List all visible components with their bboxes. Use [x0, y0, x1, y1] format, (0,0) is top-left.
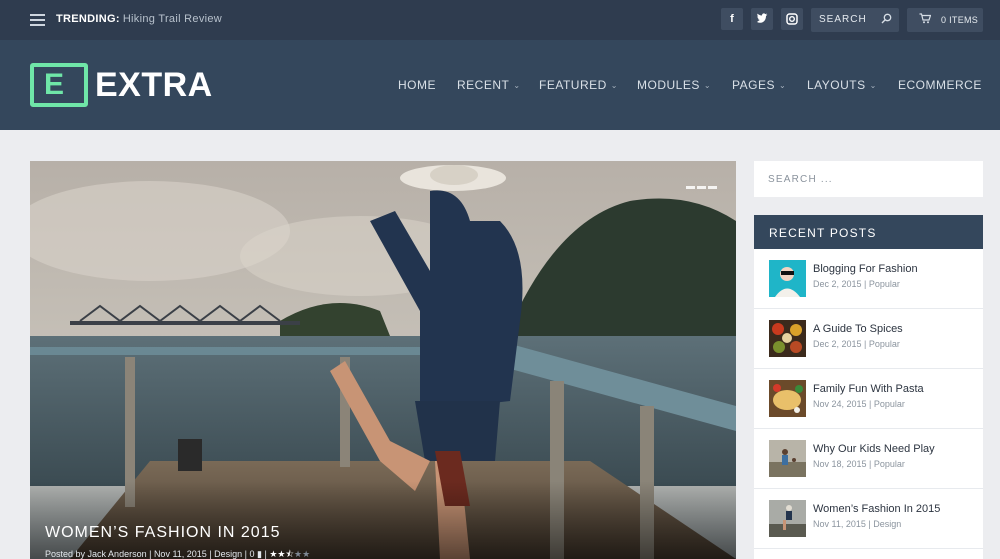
chevron-down-icon: ⌄	[610, 81, 618, 90]
nav-featured[interactable]: FEATURED ⌄	[539, 78, 618, 92]
nav-pages[interactable]: PAGES ⌄	[732, 78, 786, 92]
logo-icon[interactable]: E	[30, 63, 88, 107]
recent-posts-title: RECENT POSTS	[769, 226, 877, 240]
nav-modules[interactable]: MODULES ⌄	[637, 78, 711, 92]
hero-comments[interactable]: 0	[250, 549, 255, 559]
hero-title[interactable]: WOMEN’S FASHION IN 2015	[45, 524, 281, 542]
star-icon: ★	[294, 549, 303, 559]
post-category[interactable]: Popular	[874, 459, 905, 469]
post-category[interactable]: Popular	[869, 279, 900, 289]
post-meta: Nov 18, 2015 | Popular	[813, 459, 905, 469]
star-icon: ★	[277, 549, 286, 559]
hero-author[interactable]: Jack Anderson	[88, 549, 147, 559]
hero-meta: Posted by Jack Anderson | Nov 11, 2015 |…	[45, 549, 311, 559]
list-item[interactable]: Women’s Fashion In 2015 Nov 11, 2015 | D…	[754, 489, 983, 549]
post-category[interactable]: Popular	[874, 399, 905, 409]
chevron-down-icon: ⌄	[703, 81, 712, 90]
nav-ecommerce-label: ECOMMERCE	[898, 78, 982, 92]
nav-layouts-label: LAYOUTS	[807, 78, 866, 92]
hamburger-icon[interactable]	[30, 14, 45, 26]
nav-home-label: HOME	[398, 78, 436, 92]
logo-letter: E	[44, 68, 65, 101]
recent-posts-header: RECENT POSTS	[754, 215, 983, 249]
list-item[interactable]: Family Fun With Pasta Nov 24, 2015 | Pop…	[754, 369, 983, 429]
chevron-down-icon: ⌄	[778, 81, 787, 90]
trending-label: TRENDING:	[56, 13, 120, 25]
post-category[interactable]: Design	[873, 519, 901, 529]
nav-home[interactable]: HOME	[398, 78, 436, 92]
post-thumbnail[interactable]	[769, 380, 806, 417]
list-item[interactable]: Blogging For Fashion Dec 2, 2015 | Popul…	[754, 249, 983, 309]
post-title[interactable]: Blogging For Fashion	[813, 263, 918, 275]
site-header: E EXTRA HOME RECENT ⌄ FEATURED ⌄ MODULES ⌄ …	[0, 40, 1000, 130]
nav-ecommerce[interactable]: ECOMMERCE	[898, 78, 982, 92]
cart-icon	[919, 13, 932, 27]
twitter-icon[interactable]	[751, 8, 773, 30]
post-thumbnail[interactable]	[769, 440, 806, 477]
posted-by-label: Posted by	[45, 549, 86, 559]
post-meta: Dec 2, 2015 | Popular	[813, 279, 900, 289]
post-date: Nov 11, 2015	[813, 519, 866, 529]
hero-date: Nov 11, 2015	[153, 549, 207, 559]
post-title[interactable]: Family Fun With Pasta	[813, 383, 924, 395]
post-category[interactable]: Popular	[869, 339, 900, 349]
post-thumbnail[interactable]	[769, 500, 806, 537]
nav-pages-label: PAGES	[732, 78, 775, 92]
post-date: Dec 2, 2015	[813, 279, 862, 289]
post-meta: Dec 2, 2015 | Popular	[813, 339, 900, 349]
slider-dots[interactable]	[686, 176, 719, 194]
post-thumbnail[interactable]	[769, 320, 806, 357]
star-icon: ⯪	[285, 549, 295, 559]
nav-featured-label: FEATURED	[539, 78, 607, 92]
nav-layouts[interactable]: LAYOUTS ⌄	[807, 78, 877, 92]
hero-category[interactable]: Design	[214, 549, 242, 559]
nav-recent[interactable]: RECENT ⌄	[457, 78, 521, 92]
instagram-icon[interactable]	[781, 8, 803, 30]
recent-posts-widget: RECENT POSTS Blogging For Fashion Dec 2,…	[754, 215, 983, 559]
cart-count: 0 ITEMS	[941, 15, 979, 25]
post-date: Nov 24, 2015	[813, 399, 867, 409]
post-date: Nov 18, 2015	[813, 459, 867, 469]
post-date: Dec 2, 2015	[813, 339, 862, 349]
logo-text[interactable]: EXTRA	[95, 67, 213, 103]
post-title[interactable]: A Guide To Spices	[813, 323, 903, 335]
post-title[interactable]: Why Our Kids Need Play	[813, 443, 935, 455]
post-meta: Nov 11, 2015 | Design	[813, 519, 902, 529]
facebook-icon[interactable]: f	[721, 8, 743, 30]
hero-image[interactable]	[30, 161, 736, 559]
list-item[interactable]: A Guide To Spices Dec 2, 2015 | Popular	[754, 309, 983, 369]
post-meta: Nov 24, 2015 | Popular	[813, 399, 905, 409]
top-bar: TRENDING: Hiking Trail Review f SEARCH 0 …	[0, 0, 1000, 40]
sidebar-search-placeholder: SEARCH ...	[768, 174, 833, 185]
post-thumbnail[interactable]	[769, 260, 806, 297]
chevron-down-icon: ⌄	[513, 81, 521, 90]
trending-title[interactable]: Hiking Trail Review	[123, 13, 222, 25]
featured-slider[interactable]: WOMEN’S FASHION IN 2015 Posted by Jack A…	[30, 161, 736, 559]
top-search-label: SEARCH	[819, 14, 867, 25]
nav-recent-label: RECENT	[457, 78, 510, 92]
sidebar-search-input[interactable]: SEARCH ...	[754, 161, 983, 197]
nav-modules-label: MODULES	[637, 78, 700, 92]
chevron-down-icon: ⌄	[869, 81, 877, 90]
cart-button[interactable]: 0 ITEMS	[907, 8, 983, 32]
star-icon: ★	[302, 549, 311, 559]
search-icon[interactable]	[881, 13, 892, 27]
top-search[interactable]: SEARCH	[811, 8, 899, 32]
list-item[interactable]: Why Our Kids Need Play Nov 18, 2015 | Po…	[754, 429, 983, 489]
comment-icon: ▮	[257, 549, 262, 559]
trending-ticker[interactable]: TRENDING: Hiking Trail Review	[56, 13, 222, 25]
post-title[interactable]: Women’s Fashion In 2015	[813, 503, 940, 515]
